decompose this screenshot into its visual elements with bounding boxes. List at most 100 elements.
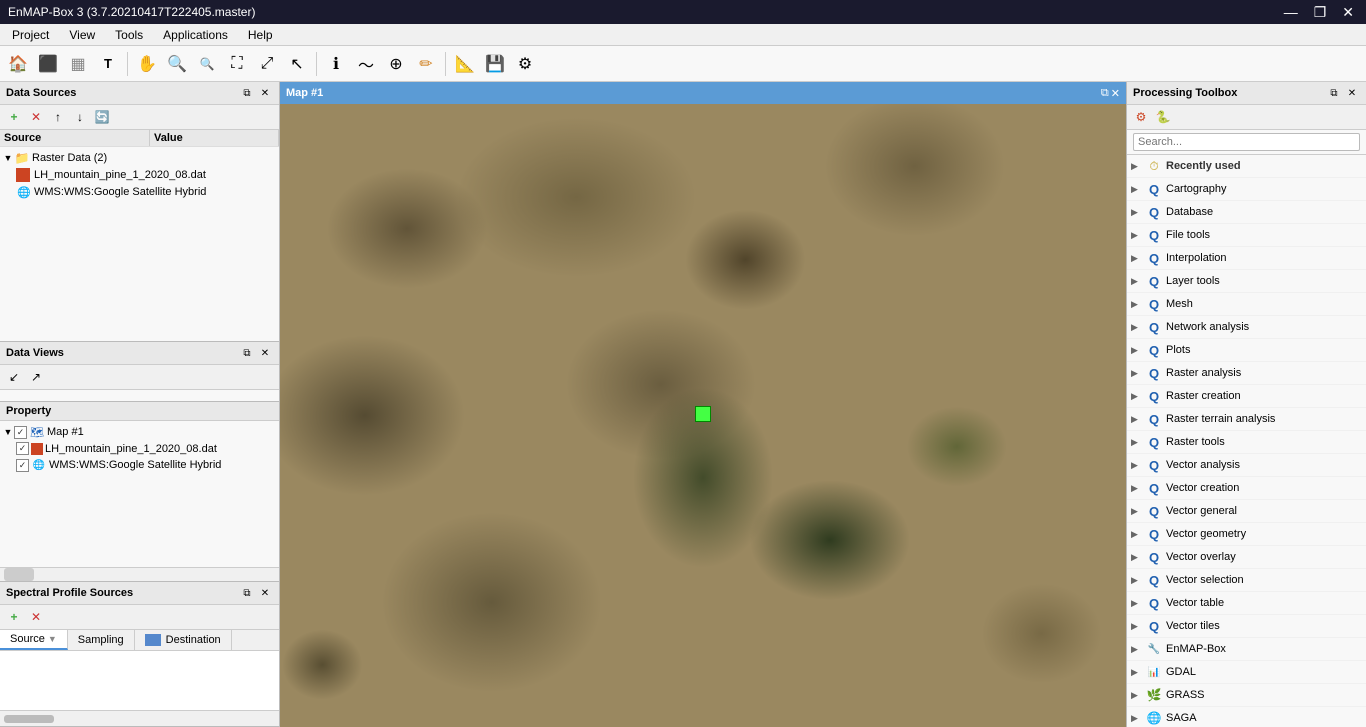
enmap-box-arrow: ▶: [1131, 644, 1145, 655]
minimize-button[interactable]: —: [1280, 4, 1302, 21]
open-raster-button[interactable]: ▦: [64, 50, 92, 78]
dv-add-view-button[interactable]: ↗: [26, 367, 46, 387]
spectral-tab-sampling[interactable]: Sampling: [68, 630, 135, 650]
spectral-hscroll[interactable]: [0, 710, 279, 726]
ds-close-button[interactable]: ✕: [257, 85, 273, 101]
save-button[interactable]: 💾: [481, 50, 509, 78]
select-button[interactable]: ↖: [283, 50, 311, 78]
maximize-button[interactable]: ❐: [1310, 4, 1331, 21]
dv-float-button[interactable]: ⧉: [239, 345, 255, 361]
menu-applications[interactable]: Applications: [155, 26, 236, 44]
ds-refresh-button[interactable]: 🔄: [92, 107, 112, 127]
toolbox-settings-button[interactable]: ⚙: [1131, 107, 1151, 127]
profile-button[interactable]: 〜: [352, 50, 380, 78]
pan-button[interactable]: ✋: [133, 50, 161, 78]
toolbox-float-button[interactable]: ⧉: [1326, 85, 1342, 101]
map-canvas[interactable]: [280, 104, 1126, 727]
cartography-arrow: ▶: [1131, 184, 1145, 195]
property-hscroll[interactable]: [0, 567, 279, 581]
menu-help[interactable]: Help: [240, 26, 281, 44]
toolbox-vector-table[interactable]: ▶ Q Vector table: [1127, 592, 1366, 615]
toolbox-vector-selection[interactable]: ▶ Q Vector selection: [1127, 569, 1366, 592]
source-dropdown-icon[interactable]: ▼: [48, 634, 57, 644]
ds-up-button[interactable]: ↑: [48, 107, 68, 127]
map-close-button[interactable]: ✕: [1111, 87, 1120, 100]
ds-down-button[interactable]: ↓: [70, 107, 90, 127]
grass-icon: 🌿: [1145, 686, 1163, 704]
dv-close-button[interactable]: ✕: [257, 345, 273, 361]
map1-toggle[interactable]: ▼: [2, 426, 14, 438]
text-button[interactable]: T: [94, 50, 122, 78]
raster-data-group[interactable]: ▼ 📁 Raster Data (2): [0, 149, 279, 167]
toolbox-vector-creation[interactable]: ▶ Q Vector creation: [1127, 477, 1366, 500]
vector-overlay-arrow: ▶: [1131, 552, 1145, 563]
prop-raster1-checkbox[interactable]: [16, 442, 29, 455]
spectral-tab-source[interactable]: Source ▼: [0, 630, 68, 650]
crosshair-button[interactable]: ⊕: [382, 50, 410, 78]
ds-float-button[interactable]: ⧉: [239, 85, 255, 101]
toolbox-vector-overlay[interactable]: ▶ Q Vector overlay: [1127, 546, 1366, 569]
toolbox-vector-analysis[interactable]: ▶ Q Vector analysis: [1127, 454, 1366, 477]
add-layer-button[interactable]: ⬛: [34, 50, 62, 78]
toolbox-cartography[interactable]: ▶ Q Cartography: [1127, 178, 1366, 201]
toolbox-network-analysis[interactable]: ▶ Q Network analysis: [1127, 316, 1366, 339]
map1-checkbox[interactable]: [14, 426, 27, 439]
satellite-map[interactable]: [280, 104, 1126, 727]
wms-item-1[interactable]: 🌐 WMS:WMS:Google Satellite Hybrid: [0, 183, 279, 201]
ds-remove-button[interactable]: ✕: [26, 107, 46, 127]
menu-project[interactable]: Project: [4, 26, 57, 44]
toolbox-python-button[interactable]: 🐍: [1153, 107, 1173, 127]
map1-item[interactable]: ▼ 🗺 Map #1: [0, 423, 279, 441]
vector-tiles-arrow: ▶: [1131, 621, 1145, 632]
grass-arrow: ▶: [1131, 690, 1145, 701]
toolbox-enmap-box[interactable]: ▶ 🔧 EnMAP-Box: [1127, 638, 1366, 661]
more-button[interactable]: ⚙: [511, 50, 539, 78]
home-button[interactable]: 🏠: [4, 50, 32, 78]
zoom-in-button[interactable]: 🔍: [163, 50, 191, 78]
measure-button[interactable]: 📐: [451, 50, 479, 78]
toolbox-layer-tools[interactable]: ▶ Q Layer tools: [1127, 270, 1366, 293]
raster-item-1[interactable]: LH_mountain_pine_1_2020_08.dat: [0, 167, 279, 183]
toolbox-vector-geometry[interactable]: ▶ Q Vector geometry: [1127, 523, 1366, 546]
file-tools-arrow: ▶: [1131, 230, 1145, 241]
identify-button[interactable]: ✏: [412, 50, 440, 78]
toolbox-close-button[interactable]: ✕: [1344, 85, 1360, 101]
ds-add-button[interactable]: +: [4, 107, 24, 127]
toolbox-recently-used[interactable]: ▶ ⏱ Recently used: [1127, 155, 1366, 178]
spectral-close-button[interactable]: ✕: [257, 585, 273, 601]
database-label: Database: [1166, 206, 1213, 218]
menu-tools[interactable]: Tools: [107, 26, 151, 44]
toolbox-saga[interactable]: ▶ 🌐 SAGA: [1127, 707, 1366, 727]
toolbox-mesh[interactable]: ▶ Q Mesh: [1127, 293, 1366, 316]
info-button[interactable]: ℹ: [322, 50, 350, 78]
spectral-add-button[interactable]: +: [4, 607, 24, 627]
toolbox-raster-analysis[interactable]: ▶ Q Raster analysis: [1127, 362, 1366, 385]
prop-raster-1[interactable]: LH_mountain_pine_1_2020_08.dat: [0, 441, 279, 456]
zoom-layer-button[interactable]: ⤢: [253, 50, 281, 78]
toolbox-vector-tiles[interactable]: ▶ Q Vector tiles: [1127, 615, 1366, 638]
spectral-float-button[interactable]: ⧉: [239, 585, 255, 601]
close-button[interactable]: ✕: [1338, 4, 1358, 21]
toolbox-gdal[interactable]: ▶ 📊 GDAL: [1127, 661, 1366, 684]
prop-wms1-checkbox[interactable]: [16, 459, 29, 472]
raster-toggle[interactable]: ▼: [2, 152, 14, 164]
toolbox-grass[interactable]: ▶ 🌿 GRASS: [1127, 684, 1366, 707]
toolbox-interpolation[interactable]: ▶ Q Interpolation: [1127, 247, 1366, 270]
vector-analysis-arrow: ▶: [1131, 460, 1145, 471]
toolbox-vector-general[interactable]: ▶ Q Vector general: [1127, 500, 1366, 523]
toolbox-raster-creation[interactable]: ▶ Q Raster creation: [1127, 385, 1366, 408]
toolbox-raster-terrain[interactable]: ▶ Q Raster terrain analysis: [1127, 408, 1366, 431]
toolbox-raster-tools[interactable]: ▶ Q Raster tools: [1127, 431, 1366, 454]
spectral-remove-button[interactable]: ✕: [26, 607, 46, 627]
toolbox-file-tools[interactable]: ▶ Q File tools: [1127, 224, 1366, 247]
spectral-tab-destination[interactable]: Destination: [135, 630, 232, 650]
menu-view[interactable]: View: [61, 26, 103, 44]
prop-wms-1[interactable]: 🌐 WMS:WMS:Google Satellite Hybrid: [0, 456, 279, 474]
zoom-full-button[interactable]: ⛶: [223, 50, 251, 78]
dv-add-map-button[interactable]: ↙: [4, 367, 24, 387]
toolbox-database[interactable]: ▶ Q Database: [1127, 201, 1366, 224]
toolbox-search-input[interactable]: [1133, 133, 1360, 151]
map-float-button[interactable]: ⧉: [1101, 87, 1109, 100]
zoom-out-button[interactable]: 🔍: [193, 50, 221, 78]
toolbox-plots[interactable]: ▶ Q Plots: [1127, 339, 1366, 362]
